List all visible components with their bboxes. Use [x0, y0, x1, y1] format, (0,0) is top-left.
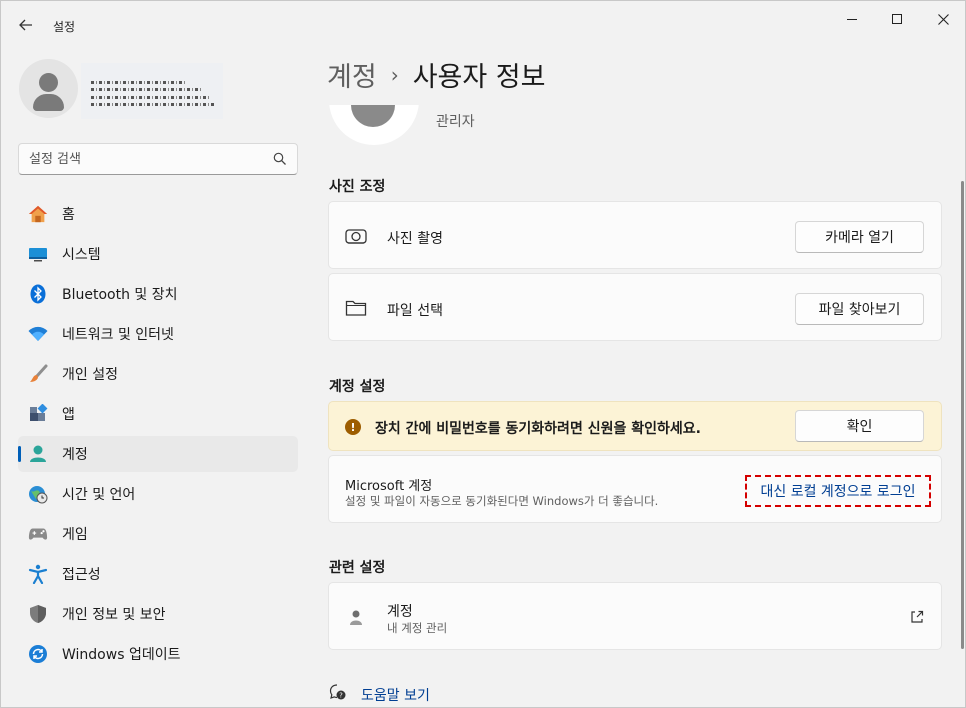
- sidebar-item-label: 시간 및 언어: [62, 487, 136, 503]
- sidebar-item-label: 접근성: [62, 567, 101, 583]
- sidebar-nav: 홈 시스템 Bluetooth 및 장치 네트워크 및 인터넷 개인 설정 앱 …: [18, 196, 298, 676]
- folder-icon: [345, 297, 367, 319]
- verify-identity-banner: ! 장치 간에 비밀번호를 동기화하려면 신원을 확인하세요. 확인: [328, 401, 942, 451]
- settings-window: 설정 홈: [0, 0, 966, 708]
- page-title: 사용자 정보: [412, 62, 546, 93]
- sidebar-item-label: 시스템: [62, 247, 101, 263]
- home-icon: [28, 204, 48, 224]
- bluetooth-icon: [28, 284, 48, 304]
- person-icon: [345, 607, 367, 629]
- breadcrumb: 계정 › 사용자 정보: [327, 55, 545, 94]
- warning-icon: !: [345, 419, 361, 435]
- maximize-icon: [892, 14, 902, 24]
- svg-text:?: ?: [339, 692, 343, 700]
- sidebar-item-personalization[interactable]: 개인 설정: [18, 356, 298, 392]
- sidebar-item-label: 홈: [62, 207, 75, 223]
- sidebar-item-apps[interactable]: 앱: [18, 396, 298, 432]
- sidebar-item-windows-update[interactable]: Windows 업데이트: [18, 636, 298, 672]
- section-title-related: 관련 설정: [329, 560, 386, 576]
- open-camera-button[interactable]: 카메라 열기: [795, 221, 924, 253]
- redacted-account-info: [81, 63, 223, 119]
- user-role: 관리자: [436, 114, 475, 130]
- apps-icon: [28, 404, 48, 424]
- microsoft-account-subtitle: 설정 및 파일이 자동으로 동기화된다면 Windows가 더 좋습니다.: [345, 494, 659, 508]
- gamepad-icon: [28, 524, 48, 544]
- related-accounts-card[interactable]: 계정 내 계정 관리: [328, 582, 942, 650]
- breadcrumb-parent[interactable]: 계정: [327, 55, 377, 94]
- sidebar-item-label: 게임: [62, 527, 88, 543]
- choose-file-label: 파일 선택: [387, 303, 443, 319]
- camera-icon: [345, 225, 367, 247]
- account-icon: [28, 444, 48, 464]
- browse-files-button[interactable]: 파일 찾아보기: [795, 293, 924, 325]
- breadcrumb-separator: ›: [390, 62, 399, 87]
- section-title-photo: 사진 조정: [329, 179, 386, 195]
- help-label: 도움말 보기: [361, 688, 430, 704]
- sidebar-item-label: 개인 설정: [62, 367, 118, 383]
- sidebar-item-accessibility[interactable]: 접근성: [18, 556, 298, 592]
- search-input[interactable]: [29, 150, 269, 168]
- profile-header: [19, 59, 299, 121]
- sidebar-item-time-language[interactable]: 시간 및 언어: [18, 476, 298, 512]
- take-photo-label: 사진 촬영: [387, 231, 443, 247]
- avatar: [19, 59, 78, 118]
- user-avatar-large: [329, 105, 419, 145]
- sidebar-item-label: 개인 정보 및 보안: [62, 607, 166, 623]
- microsoft-account-title: Microsoft 계정: [345, 479, 433, 494]
- sidebar-item-label: 계정: [62, 447, 88, 463]
- title-bar: 설정: [1, 1, 965, 49]
- sidebar-item-accounts[interactable]: 계정: [18, 436, 298, 472]
- wifi-icon: [28, 324, 48, 344]
- back-button[interactable]: [13, 13, 39, 37]
- settings-search[interactable]: [18, 143, 298, 175]
- search-icon[interactable]: [273, 152, 287, 166]
- microsoft-account-card: Microsoft 계정 설정 및 파일이 자동으로 동기화된다면 Window…: [328, 455, 942, 523]
- maximize-button[interactable]: [874, 5, 920, 33]
- related-accounts-title: 계정: [387, 604, 413, 620]
- close-icon: [937, 13, 949, 25]
- sidebar-item-label: Windows 업데이트: [62, 647, 181, 663]
- external-link-icon[interactable]: [909, 609, 925, 625]
- globe-clock-icon: [28, 484, 48, 504]
- sidebar-item-network[interactable]: 네트워크 및 인터넷: [18, 316, 298, 352]
- shield-icon: [28, 604, 48, 624]
- minimize-icon: [847, 18, 857, 20]
- monitor-icon: [28, 244, 48, 264]
- accessibility-icon: [28, 564, 48, 584]
- take-photo-card: 사진 촬영 카메라 열기: [328, 201, 942, 269]
- sidebar-item-privacy-security[interactable]: 개인 정보 및 보안: [18, 596, 298, 632]
- app-title: 설정: [53, 20, 76, 34]
- local-account-link-label: 대신 로컬 계정으로 로그인: [760, 484, 916, 500]
- help-link[interactable]: ? 도움말 보기: [329, 683, 430, 704]
- verify-button[interactable]: 확인: [795, 410, 924, 442]
- scrollbar[interactable]: [961, 181, 964, 649]
- related-accounts-subtitle: 내 계정 관리: [387, 621, 448, 635]
- local-account-link[interactable]: 대신 로컬 계정으로 로그인: [745, 475, 931, 507]
- sidebar-item-label: 네트워크 및 인터넷: [62, 327, 174, 343]
- help-icon: ?: [329, 684, 346, 700]
- brush-icon: [28, 364, 48, 384]
- sidebar-item-gaming[interactable]: 게임: [18, 516, 298, 552]
- sidebar-item-bluetooth[interactable]: Bluetooth 및 장치: [18, 276, 298, 312]
- section-title-account-settings: 계정 설정: [329, 379, 386, 395]
- warning-text: 장치 간에 비밀번호를 동기화하려면 신원을 확인하세요.: [375, 421, 701, 437]
- minimize-button[interactable]: [829, 5, 875, 33]
- choose-file-card: 파일 선택 파일 찾아보기: [328, 273, 942, 341]
- sidebar-item-label: Bluetooth 및 장치: [62, 287, 178, 303]
- close-button[interactable]: [920, 5, 966, 33]
- update-icon: [28, 644, 48, 664]
- sidebar-item-home[interactable]: 홈: [18, 196, 298, 232]
- back-arrow-icon: [19, 19, 32, 31]
- sidebar-item-system[interactable]: 시스템: [18, 236, 298, 272]
- sidebar-item-label: 앱: [62, 407, 75, 423]
